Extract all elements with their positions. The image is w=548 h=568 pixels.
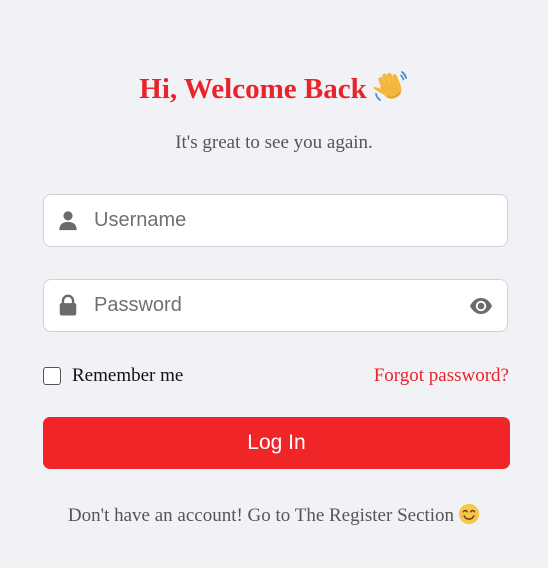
- user-icon: [59, 211, 77, 231]
- welcome-title-text: Hi, Welcome Back: [139, 73, 367, 105]
- eye-icon[interactable]: [469, 294, 493, 318]
- forgot-password-link[interactable]: Forgot password?: [374, 364, 509, 388]
- waving-hand-icon: [373, 71, 407, 101]
- remember-me[interactable]: Remember me: [43, 364, 183, 388]
- register-prompt-text[interactable]: Don't have an account! Go to The Registe…: [68, 505, 454, 526]
- username-input[interactable]: [94, 195, 464, 246]
- password-input[interactable]: [94, 280, 464, 331]
- welcome-title: Hi, Welcome Back: [0, 68, 548, 109]
- password-field[interactable]: [43, 279, 508, 332]
- remember-checkbox[interactable]: [43, 367, 61, 385]
- login-button[interactable]: Log In: [43, 417, 510, 469]
- smiling-face-icon: [458, 503, 480, 525]
- username-field[interactable]: [43, 194, 508, 247]
- welcome-subtitle: It's great to see you again.: [175, 132, 373, 153]
- lock-icon: [59, 294, 77, 316]
- remember-label: Remember me: [72, 365, 184, 386]
- register-prompt: Don't have an account! Go to The Registe…: [0, 503, 548, 529]
